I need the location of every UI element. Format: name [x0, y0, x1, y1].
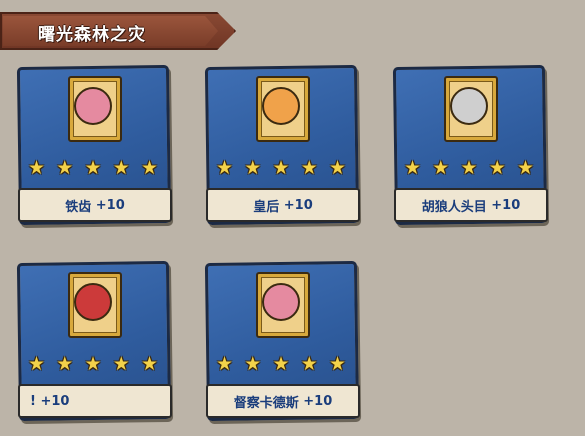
jackal-portrait-icon	[450, 87, 488, 125]
portrait-frame	[256, 272, 310, 338]
page-title: 曙光森林之灾	[38, 25, 146, 45]
star-icon: ★	[56, 353, 74, 375]
star-icon: ★	[112, 157, 130, 179]
card-label: 胡狼人头目 +10	[394, 188, 548, 222]
star-icon: ★	[140, 157, 158, 179]
card-name: 督察卡德斯	[233, 395, 299, 411]
card-name: 胡狼人头目	[421, 199, 487, 215]
star-icon: ★	[244, 353, 262, 375]
star-rating: ★ ★ ★ ★ ★	[28, 353, 158, 375]
card-label: 铁齿 +10	[18, 188, 172, 222]
card-bonus: +10	[303, 393, 333, 409]
star-icon: ★	[460, 157, 478, 179]
queen-portrait-icon	[262, 87, 300, 125]
card-bonus: +10	[283, 197, 313, 213]
star-icon: ★	[140, 353, 158, 375]
star-icon: ★	[328, 353, 346, 375]
portrait-frame	[444, 76, 498, 142]
portrait-frame	[68, 272, 122, 338]
card-huanghou[interactable]: ★ ★ ★ ★ ★ 皇后 +10	[204, 64, 360, 226]
star-icon: ★	[272, 353, 290, 375]
star-icon: ★	[404, 157, 422, 179]
star-rating: ★ ★ ★ ★ ★	[216, 353, 346, 375]
star-icon: ★	[244, 157, 262, 179]
boar-portrait-icon	[74, 87, 112, 125]
star-icon: ★	[516, 157, 534, 179]
star-icon: ★	[272, 157, 290, 179]
star-icon: ★	[28, 157, 46, 179]
card-inspector-kades[interactable]: ★ ★ ★ ★ ★ 督察卡德斯 +10	[204, 260, 360, 422]
star-rating: ★ ★ ★ ★ ★	[216, 157, 346, 179]
star-icon: ★	[84, 157, 102, 179]
star-icon: ★	[300, 353, 318, 375]
star-rating: ★ ★ ★ ★ ★	[404, 157, 534, 179]
star-icon: ★	[432, 157, 450, 179]
card-bonus: +10	[95, 197, 125, 213]
star-icon: ★	[328, 157, 346, 179]
card-name: 铁齿	[65, 199, 92, 215]
red-hero-portrait-icon	[74, 283, 112, 321]
card-name: !	[30, 393, 36, 409]
star-icon: ★	[488, 157, 506, 179]
star-icon: ★	[300, 157, 318, 179]
portrait-frame	[256, 76, 310, 142]
card-unknown[interactable]: ★ ★ ★ ★ ★ ! +10	[16, 260, 172, 422]
star-icon: ★	[28, 353, 46, 375]
card-bonus: +10	[491, 197, 521, 213]
star-icon: ★	[216, 157, 234, 179]
title-banner: 曙光森林之灾	[0, 12, 236, 50]
card-bonus: +10	[40, 393, 70, 409]
star-icon: ★	[84, 353, 102, 375]
boar-portrait-icon	[262, 283, 300, 321]
star-icon: ★	[56, 157, 74, 179]
star-rating: ★ ★ ★ ★ ★	[28, 157, 158, 179]
card-label: ! +10	[18, 384, 172, 418]
portrait-frame	[68, 76, 122, 142]
star-icon: ★	[216, 353, 234, 375]
card-jackal-chief[interactable]: ★ ★ ★ ★ ★ 胡狼人头目 +10	[392, 64, 548, 226]
star-icon: ★	[112, 353, 130, 375]
card-tiechi[interactable]: ★ ★ ★ ★ ★ 铁齿 +10	[16, 64, 172, 226]
card-name: 皇后	[253, 199, 280, 215]
card-label: 督察卡德斯 +10	[206, 384, 360, 418]
card-label: 皇后 +10	[206, 188, 360, 222]
